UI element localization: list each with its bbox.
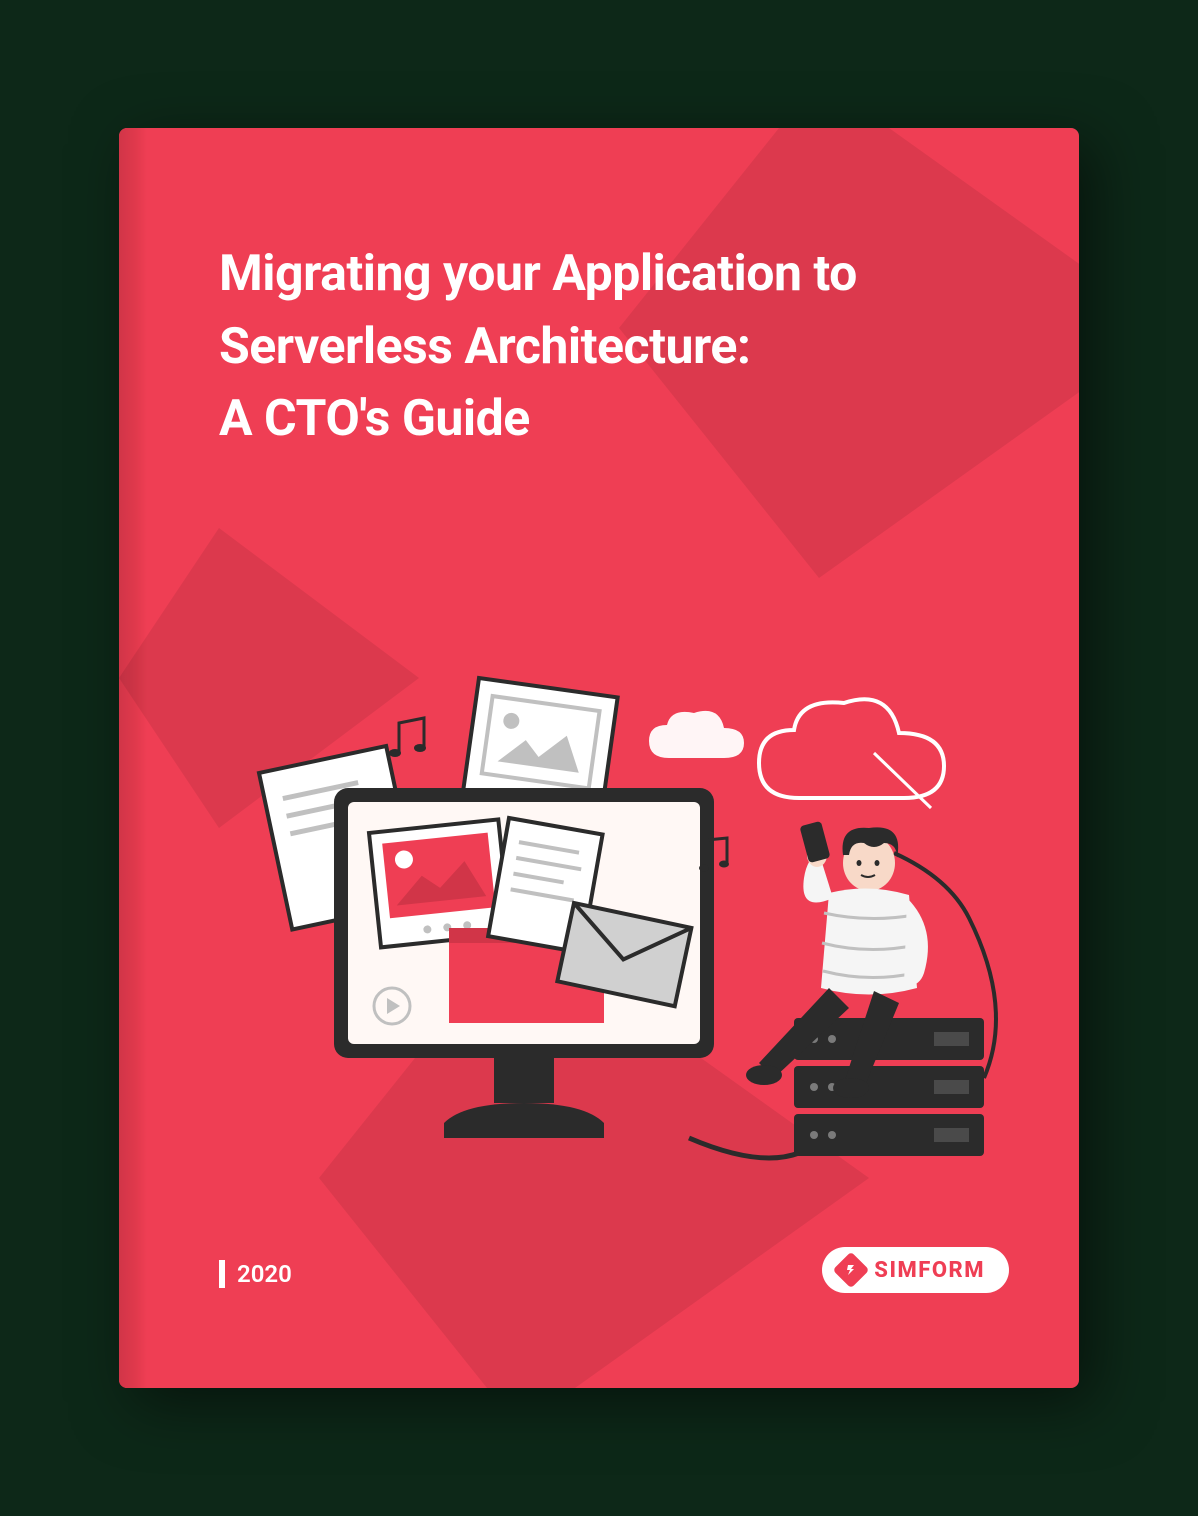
cloud-server-icon (759, 699, 944, 808)
cover-surface: Migrating your Application to Serverless… (119, 128, 1079, 1388)
cover-illustration (199, 658, 1019, 1198)
ebook-cover: Migrating your Application to Serverless… (119, 128, 1079, 1388)
year-bar-icon (219, 1260, 225, 1288)
year-text: 2020 (237, 1260, 292, 1288)
brand-logo-icon (833, 1252, 870, 1289)
cable (689, 1138, 799, 1158)
cover-title: Migrating your Application to Serverless… (219, 238, 999, 456)
brand-badge: SIMFORM (822, 1247, 1009, 1293)
title-line-3: A CTO's Guide (219, 383, 999, 456)
music-note-icon (389, 718, 426, 757)
year-block: 2020 (219, 1260, 292, 1288)
monitor-icon (334, 788, 714, 1138)
title-line-1: Migrating your Application to (219, 238, 999, 311)
brand-name: SIMFORM (874, 1258, 985, 1283)
cloud-icon-small (649, 711, 744, 758)
title-line-2: Serverless Architecture: (219, 311, 999, 384)
server-stack-icon (794, 1018, 984, 1156)
